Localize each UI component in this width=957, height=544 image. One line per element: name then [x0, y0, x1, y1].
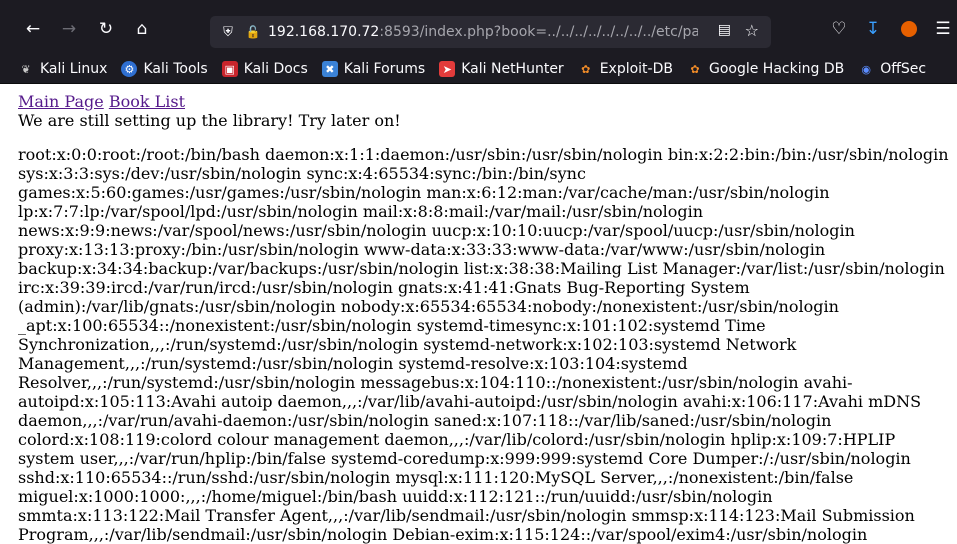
bookmark-google-hacking-db[interactable]: ✿ Google Hacking DB — [687, 61, 844, 77]
bookmark-label: Google Hacking DB — [708, 61, 845, 77]
status-notice: We are still setting up the library! Try… — [18, 111, 401, 130]
bookmark-kali-docs[interactable]: ▣ Kali Docs — [221, 61, 308, 77]
bookmark-kali-linux[interactable]: ❦ Kali Linux — [18, 61, 107, 77]
bookmark-exploit-db[interactable]: ✿ Exploit-DB — [578, 61, 673, 77]
extension-icon[interactable] — [898, 18, 920, 40]
book-list-link[interactable]: Book List — [109, 92, 185, 111]
reader-view-icon[interactable]: ▤ — [718, 22, 731, 38]
url-text[interactable]: 192.168.170.72:8593/index.php?book=../..… — [268, 24, 698, 40]
back-arrow-icon[interactable]: ← — [22, 18, 44, 40]
bookmark-offsec[interactable]: ◉ OffSec — [858, 61, 926, 77]
bookmark-label: Kali Docs — [243, 61, 308, 77]
main-page-link[interactable]: Main Page — [18, 92, 104, 111]
url-host: 192.168.170.72 — [268, 24, 380, 40]
forward-arrow-icon[interactable]: → — [58, 18, 80, 40]
address-bar[interactable]: ⛨ 🔓 192.168.170.72:8593/index.php?book=.… — [210, 16, 771, 48]
kali-docs-icon: ▣ — [221, 61, 238, 77]
home-icon[interactable]: ⌂ — [131, 18, 153, 40]
ghdb-icon: ✿ — [690, 62, 700, 76]
bookmark-label: Exploit-DB — [599, 61, 673, 77]
bookmark-label: Kali Tools — [143, 61, 208, 77]
menu-icon[interactable]: ☰ — [932, 18, 954, 40]
bookmark-label: OffSec — [880, 61, 927, 77]
downloads-icon[interactable]: ↧ — [862, 18, 884, 40]
reload-icon[interactable]: ↻ — [95, 18, 117, 40]
offsec-icon: ◉ — [861, 62, 871, 76]
bookmark-star-icon[interactable]: ☆ — [745, 21, 759, 40]
kali-dragon-icon: ❦ — [21, 62, 31, 76]
browser-toolbar: ← → ↻ ⌂ ⛨ 🔓 192.168.170.72:8593/index.ph… — [0, 0, 957, 55]
bookmark-kali-forums[interactable]: ✖ Kali Forums — [321, 61, 426, 77]
passwd-file-contents: root:x:0:0:root:/root:/bin/bash daemon:x… — [18, 145, 949, 544]
page-nav: Main Page Book List — [18, 92, 949, 111]
browser-chrome: ← → ↻ ⌂ ⛨ 🔓 192.168.170.72:8593/index.ph… — [0, 0, 957, 84]
bookmarks-toolbar: ❦ Kali Linux ⚙ Kali Tools ▣ Kali Docs ✖ … — [0, 55, 957, 84]
kali-tools-icon: ⚙ — [121, 61, 138, 77]
bookmark-label: Kali Forums — [343, 61, 426, 77]
bookmark-kali-nethunter[interactable]: ➤ Kali NetHunter — [439, 61, 564, 77]
kali-forums-icon: ✖ — [321, 61, 338, 77]
pocket-icon[interactable]: ♡ — [828, 18, 850, 40]
kali-nethunter-icon: ➤ — [439, 61, 456, 77]
exploit-db-icon: ✿ — [581, 62, 591, 76]
bookmark-label: Kali Linux — [40, 61, 108, 77]
bookmark-label: Kali NetHunter — [461, 61, 564, 77]
insecure-lock-icon[interactable]: 🔓 — [244, 25, 262, 39]
url-path: :8593/index.php?book=../../../../../../.… — [379, 24, 698, 40]
page-content: Main Page Book List We are still setting… — [0, 84, 957, 544]
tracking-shield-icon[interactable]: ⛨ — [218, 25, 238, 40]
bookmark-kali-tools[interactable]: ⚙ Kali Tools — [121, 61, 208, 77]
